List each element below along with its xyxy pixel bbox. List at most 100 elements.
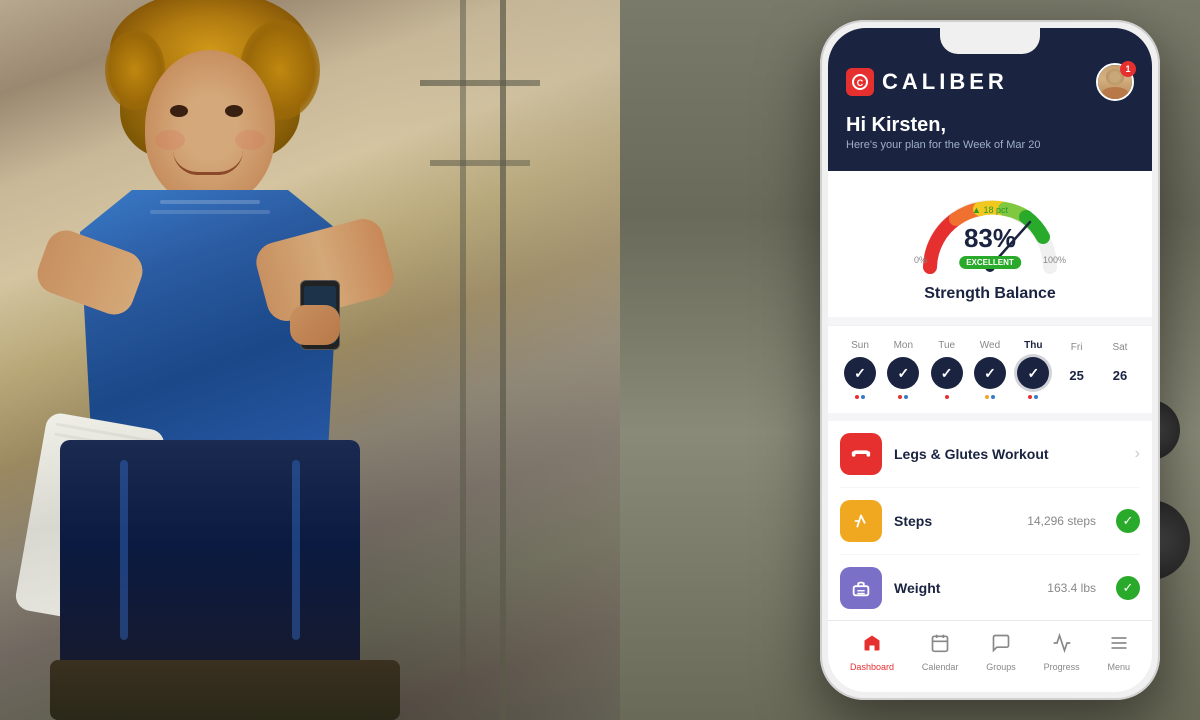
bottom-nav: Dashboard Calendar — [828, 620, 1152, 692]
nav-label-menu: Menu — [1108, 662, 1131, 672]
section-divider-2 — [828, 413, 1152, 421]
day-label-sun: Sun — [851, 340, 869, 351]
gauge-label-right: 100% — [1043, 255, 1066, 265]
gauge-container: ▲ 18 pct 83% EXCELLENT 0% 100% — [910, 187, 1070, 277]
nav-item-progress[interactable]: Progress — [1044, 633, 1080, 672]
checkmark-mon: ✓ — [897, 365, 909, 382]
calendar-section: Sun ✓ Mon ✓ — [828, 325, 1152, 413]
chevron-icon-legs: › — [1135, 445, 1140, 463]
dot — [991, 395, 995, 399]
checkmark-wed: ✓ — [984, 365, 996, 382]
day-dots-thu — [1028, 395, 1038, 399]
workout-name-steps: Steps — [894, 513, 1015, 529]
dot — [1034, 395, 1038, 399]
dot — [855, 395, 859, 399]
dot — [945, 395, 949, 399]
workout-icon-steps — [840, 500, 882, 542]
gauge-delta: ▲ 18 pct — [972, 205, 1008, 215]
dot — [1028, 395, 1032, 399]
day-number-sat: 26 — [1113, 368, 1127, 383]
workout-info-legs: Legs & Glutes Workout — [894, 446, 1123, 462]
strength-balance-title: Strength Balance — [848, 285, 1132, 303]
menu-icon — [1109, 633, 1129, 659]
dot — [904, 395, 908, 399]
groups-icon — [991, 633, 1011, 659]
day-dots-tue — [945, 395, 949, 399]
day-circle-sun: ✓ — [844, 357, 876, 389]
nav-label-progress: Progress — [1044, 662, 1080, 672]
workout-item-weight[interactable]: Weight 163.4 lbs ✓ — [840, 555, 1140, 622]
calendar-day-fri[interactable]: Fri 25 — [1061, 342, 1093, 397]
svg-text:C: C — [857, 78, 864, 88]
nav-item-dashboard[interactable]: Dashboard — [850, 633, 894, 672]
gauge-percent: 83% — [964, 225, 1016, 251]
calendar-day-sun[interactable]: Sun ✓ — [844, 340, 876, 399]
day-label-mon: Mon — [894, 340, 913, 351]
section-divider — [828, 317, 1152, 325]
nav-item-groups[interactable]: Groups — [986, 633, 1016, 672]
day-label-thu: Thu — [1024, 340, 1042, 351]
day-label-fri: Fri — [1071, 342, 1083, 353]
day-label-tue: Tue — [938, 340, 955, 351]
dot — [985, 395, 989, 399]
day-dots-sun — [855, 395, 865, 399]
day-circle-thu: ✓ — [1017, 357, 1049, 389]
day-dots-wed — [985, 395, 995, 399]
person-photo — [0, 0, 620, 720]
workout-list: Legs & Glutes Workout › Steps 14,296 ste… — [828, 421, 1152, 622]
checkmark-tue: ✓ — [941, 365, 953, 382]
day-circle-mon: ✓ — [887, 357, 919, 389]
phone-notch — [940, 28, 1040, 54]
nav-label-calendar: Calendar — [922, 662, 959, 672]
calendar-day-tue[interactable]: Tue ✓ — [931, 340, 963, 399]
dashboard-icon — [862, 633, 882, 659]
logo-area: C CALIBER — [846, 68, 1008, 96]
calendar-day-wed[interactable]: Wed ✓ — [974, 340, 1006, 399]
workout-check-steps: ✓ — [1116, 509, 1140, 533]
workout-name-legs: Legs & Glutes Workout — [894, 446, 1123, 462]
dot — [898, 395, 902, 399]
calendar-day-sat[interactable]: Sat 26 — [1104, 342, 1136, 397]
gauge-section: ▲ 18 pct 83% EXCELLENT 0% 100% Strength … — [828, 171, 1152, 317]
nav-label-dashboard: Dashboard — [850, 662, 894, 672]
calendar-days: Sun ✓ Mon ✓ — [844, 340, 1136, 399]
day-number-fri: 25 — [1069, 368, 1083, 383]
greeting-text: Hi Kirsten, — [846, 113, 1134, 137]
workout-item-steps[interactable]: Steps 14,296 steps ✓ — [840, 488, 1140, 555]
nav-item-calendar[interactable]: Calendar — [922, 633, 959, 672]
calendar-day-thu[interactable]: Thu ✓ — [1017, 340, 1049, 399]
phone-screen: C CALIBER 1 Hi Kirsten, — [828, 28, 1152, 692]
phone-mockup: C CALIBER 1 Hi Kirsten, — [820, 20, 1160, 700]
calendar-day-mon[interactable]: Mon ✓ — [887, 340, 919, 399]
day-label-sat: Sat — [1112, 342, 1127, 353]
logo-icon: C — [846, 68, 874, 96]
progress-icon — [1052, 633, 1072, 659]
dot — [861, 395, 865, 399]
nav-label-groups: Groups — [986, 662, 1016, 672]
app-logo-text: CALIBER — [882, 69, 1008, 95]
workout-value-weight: 163.4 lbs — [1047, 581, 1096, 595]
workout-info-steps: Steps — [894, 513, 1015, 529]
calendar-icon — [930, 633, 950, 659]
day-circle-fri: 25 — [1061, 359, 1093, 391]
day-label-wed: Wed — [980, 340, 1000, 351]
gauge-label-left: 0% — [914, 255, 927, 265]
greeting-subtitle: Here's your plan for the Week of Mar 20 — [846, 139, 1134, 151]
workout-name-weight: Weight — [894, 580, 1035, 596]
day-circle-wed: ✓ — [974, 357, 1006, 389]
avatar-container[interactable]: 1 — [1096, 63, 1134, 101]
day-circle-tue: ✓ — [931, 357, 963, 389]
person-face — [145, 50, 275, 205]
day-dots-mon — [898, 395, 908, 399]
workout-item-legs[interactable]: Legs & Glutes Workout › — [840, 421, 1140, 488]
gauge-badge: EXCELLENT — [959, 256, 1021, 269]
workout-value-steps: 14,296 steps — [1027, 514, 1096, 528]
checkmark-sun: ✓ — [854, 365, 866, 382]
day-circle-sat: 26 — [1104, 359, 1136, 391]
checkmark-thu: ✓ — [1027, 365, 1039, 382]
nav-item-menu[interactable]: Menu — [1108, 633, 1131, 672]
workout-icon-weight — [840, 567, 882, 609]
bench — [50, 660, 400, 720]
workout-icon-legs — [840, 433, 882, 475]
notification-badge: 1 — [1120, 61, 1136, 77]
